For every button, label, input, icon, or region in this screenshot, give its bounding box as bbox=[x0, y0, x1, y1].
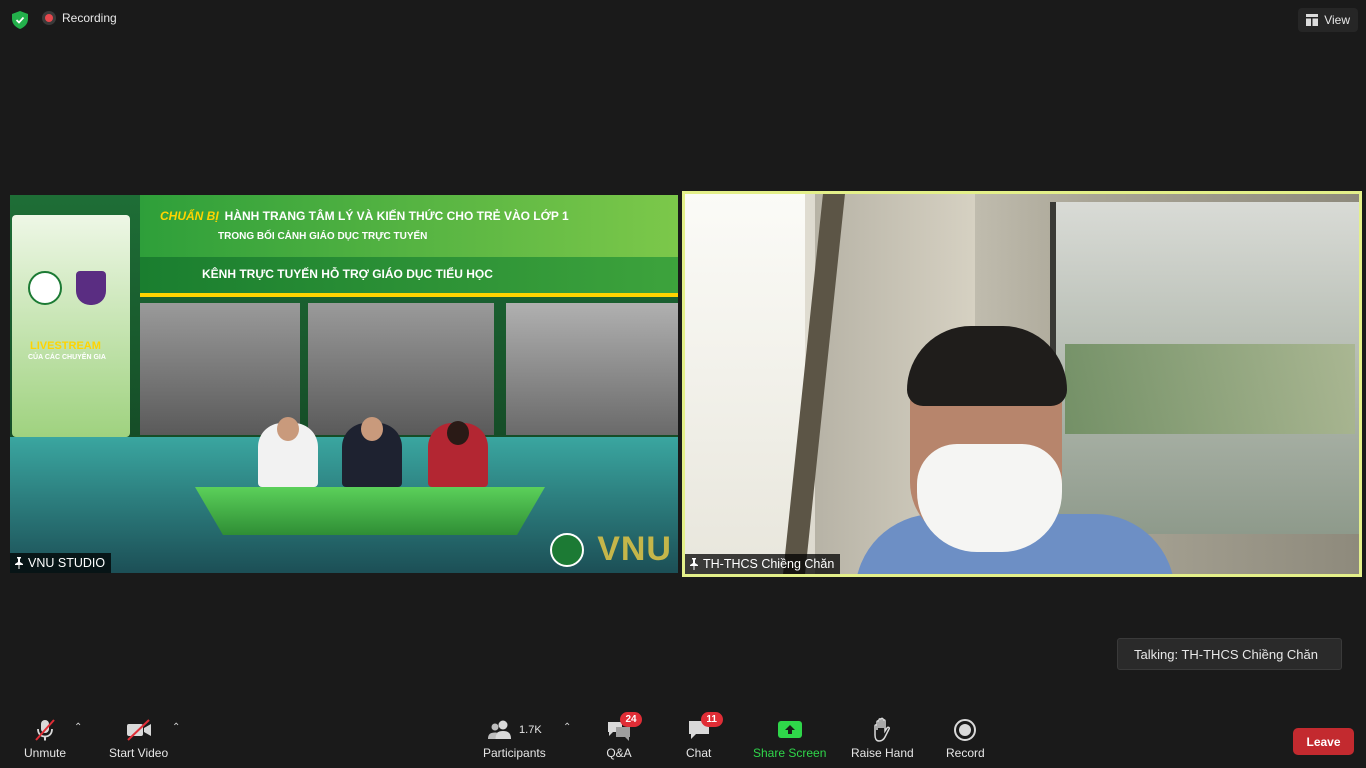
studio-side-panel bbox=[12, 215, 130, 437]
record-icon bbox=[953, 716, 977, 744]
host-head-1 bbox=[277, 417, 299, 441]
video-tile-active-speaker[interactable]: TH-THCS Chiềng Chăn bbox=[682, 191, 1362, 577]
backdrop-photo-2 bbox=[308, 303, 494, 435]
projected-image bbox=[1065, 344, 1355, 434]
record-label: Record bbox=[946, 746, 985, 760]
unmute-button[interactable]: Unmute bbox=[24, 716, 66, 760]
participants-count: 1.7K bbox=[519, 724, 542, 736]
banner-title: CHUẨN BỊ HÀNH TRANG TÂM LÝ VÀ KIẾN THỨC C… bbox=[160, 209, 569, 223]
video-off-camera-icon bbox=[125, 716, 153, 744]
participant-name: VNU STUDIO bbox=[28, 556, 106, 570]
chat-bubble-icon: 11 bbox=[687, 712, 723, 744]
participants-label: Participants bbox=[483, 746, 546, 760]
security-shield-icon[interactable] bbox=[10, 10, 30, 30]
backdrop-photo-1 bbox=[140, 303, 300, 435]
view-button[interactable]: View bbox=[1298, 8, 1358, 32]
vnu-watermark: VNU bbox=[597, 530, 672, 568]
share-screen-button[interactable]: Share Screen bbox=[753, 716, 826, 760]
participants-chevron-up-icon[interactable]: ⌃ bbox=[563, 722, 571, 733]
raise-hand-icon bbox=[871, 716, 893, 744]
participant-name-tag: TH-THCS Chiềng Chăn bbox=[685, 554, 841, 574]
talking-indicator: Talking: TH-THCS Chiềng Chăn bbox=[1117, 638, 1342, 670]
share-screen-arrow-icon bbox=[777, 716, 803, 744]
pin-icon bbox=[15, 557, 23, 569]
chat-badge: 11 bbox=[700, 712, 723, 727]
university-logo-icon bbox=[28, 271, 62, 305]
video-tile-vnu-studio[interactable]: CHUẨN BỊ HÀNH TRANG TÂM LÝ VÀ KIẾN THỨC C… bbox=[10, 195, 678, 573]
start-video-button[interactable]: Start Video bbox=[109, 716, 168, 760]
participant-name-tag: VNU STUDIO bbox=[10, 553, 112, 573]
banner-subtitle: TRONG BỐI CẢNH GIÁO DỤC TRỰC TUYẾN bbox=[218, 231, 428, 242]
backdrop-photo-3 bbox=[506, 303, 678, 435]
unmute-label: Unmute bbox=[24, 746, 67, 760]
chat-button[interactable]: 11 Chat bbox=[686, 712, 723, 760]
record-button[interactable]: Record bbox=[946, 716, 985, 760]
host-head-2 bbox=[361, 417, 383, 441]
start-video-label: Start Video bbox=[109, 746, 169, 760]
participants-button[interactable]: 1.7K Participants bbox=[483, 716, 546, 760]
view-label: View bbox=[1324, 13, 1350, 27]
host-head-3 bbox=[447, 421, 469, 445]
recording-label: Recording bbox=[62, 11, 117, 25]
recording-indicator[interactable]: Recording bbox=[42, 11, 117, 25]
qa-label: Q&A bbox=[606, 746, 632, 760]
studio-desk bbox=[195, 487, 545, 535]
chat-label: Chat bbox=[686, 746, 712, 760]
strip-title: KÊNH TRỰC TUYẾN HỖ TRỢ GIÁO DỤC TIỂU HỌC bbox=[202, 267, 493, 281]
participant-name: TH-THCS Chiềng Chăn bbox=[703, 557, 835, 571]
participants-icon bbox=[488, 720, 512, 739]
leave-button[interactable]: Leave bbox=[1293, 728, 1354, 755]
muted-microphone-icon bbox=[32, 716, 58, 744]
livestream-sub-label: CỦA CÁC CHUYÊN GIA bbox=[28, 354, 106, 361]
grid-view-icon bbox=[1306, 14, 1319, 26]
vnu-logo-icon bbox=[550, 533, 584, 567]
window-light bbox=[685, 194, 805, 574]
qa-button[interactable]: 24 Q&A bbox=[606, 712, 642, 760]
raise-hand-button[interactable]: Raise Hand bbox=[851, 716, 914, 760]
audio-options-chevron-up-icon[interactable]: ⌃ bbox=[74, 722, 82, 733]
studio-banner bbox=[140, 195, 678, 257]
speaker-face-mask bbox=[917, 444, 1062, 552]
school-shield-logo-icon bbox=[76, 271, 106, 305]
qa-badge: 24 bbox=[620, 712, 642, 727]
qa-bubbles-icon: 24 bbox=[606, 712, 642, 744]
livestream-label: LIVESTREAM bbox=[30, 340, 101, 352]
meeting-toolbar: Unmute ⌃ Start Video ⌃ 1.7K Participants… bbox=[0, 712, 1366, 768]
top-bar: Recording View bbox=[0, 0, 1366, 40]
raise-hand-label: Raise Hand bbox=[851, 746, 914, 760]
recording-dot-icon bbox=[42, 11, 56, 25]
pin-icon bbox=[690, 558, 698, 570]
video-options-chevron-up-icon[interactable]: ⌃ bbox=[172, 722, 180, 733]
share-screen-label: Share Screen bbox=[753, 746, 827, 760]
